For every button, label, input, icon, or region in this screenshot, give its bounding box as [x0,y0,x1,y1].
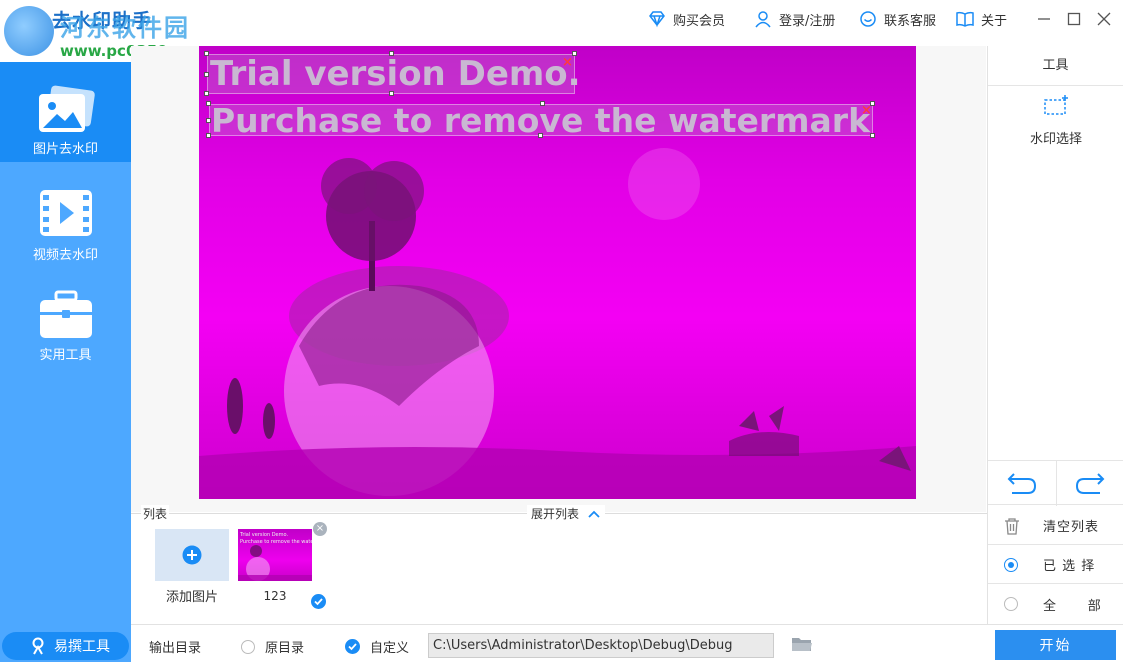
remove-thumbnail-icon[interactable]: × [313,522,327,536]
remove-selection-icon[interactable]: × [861,104,872,117]
sidebar: 图片去水印 视频去水印 实用工具 易撰工具 [0,62,131,662]
tool-panel: 工具 水印选择 清空列表 已 选 择 全 部 [987,46,1123,624]
book-icon [956,11,974,27]
site-watermark: 河东软件园 [60,14,190,42]
undo-icon [1007,472,1036,494]
add-image-button[interactable] [155,529,229,581]
yizhuan-label: 易撰工具 [54,639,110,655]
select-area-icon [1044,95,1068,115]
scope-all-option[interactable]: 全 部 [988,585,1123,623]
title-bar: 去水印助手 河东软件园 www.pc0359.cn 购买会员 登录/注册 联系客… [0,0,1123,60]
plus-circle-icon [182,545,202,565]
minimize-button[interactable] [1034,9,1054,29]
resize-handle[interactable] [206,118,211,123]
resize-handle[interactable] [204,51,209,56]
scope-selected-option[interactable]: 已 选 择 [988,546,1123,584]
login-label: 登录/注册 [779,13,836,29]
resize-handle[interactable] [206,133,211,138]
thumbnail-scene [238,545,312,581]
thumbnail-check-icon[interactable] [311,594,326,609]
pin-icon [32,637,44,655]
buy-vip-label: 购买会员 [673,13,726,29]
output-path-input[interactable] [428,633,774,658]
selected-label: 已 选 择 [1043,559,1096,574]
editor-area: Trial version Demo. × Purchase to remove… [131,46,986,512]
remove-selection-icon[interactable]: × [562,56,573,69]
list-label: 列表 [141,505,170,522]
expand-list-toggle[interactable]: 展开列表 [527,505,606,522]
resize-handle[interactable] [870,133,875,138]
watermark-select-tool[interactable]: 水印选择 [988,94,1123,147]
checked-circle-icon[interactable] [345,639,360,654]
resize-handle[interactable] [204,91,209,96]
image-canvas[interactable]: Trial version Demo. × Purchase to remove… [199,46,916,499]
image-icon [38,85,95,132]
buy-vip-link[interactable]: 购买会员 [647,8,725,30]
output-bar: 输出目录 原目录 自定义 开始 [131,624,1123,662]
browse-folder-button[interactable] [791,635,813,657]
selected-radio[interactable] [1004,557,1018,572]
sidebar-item-video-watermark[interactable]: 视频去水印 [0,162,131,263]
redo-button[interactable] [1056,461,1123,506]
undo-button[interactable] [988,461,1055,506]
expand-list-label: 展开列表 [531,507,580,521]
maximize-icon [1067,12,1081,26]
video-icon [39,190,92,236]
image-thumbnail[interactable]: Trial version Demo. Purchase to remove t… [238,529,312,581]
custom-dir-label: 自定义 [370,641,410,656]
custom-dir-option[interactable]: 自定义 [345,637,409,656]
trash-icon [1005,517,1019,535]
all-label: 全 部 [1043,598,1102,614]
about-label: 关于 [981,13,1008,29]
contact-label: 联系客服 [884,13,937,29]
sidebar-item-image-watermark[interactable]: 图片去水印 [0,62,131,162]
original-dir-label: 原目录 [265,641,305,656]
close-icon [1097,12,1111,26]
chevron-up-icon [588,510,600,518]
sidebar-item-label: 视频去水印 [32,248,98,263]
clear-list-button[interactable]: 清空列表 [988,507,1123,545]
resize-handle[interactable] [540,101,545,106]
watermark-select-label: 水印选择 [1029,132,1082,147]
login-link[interactable]: 登录/注册 [753,8,835,30]
original-dir-option[interactable]: 原目录 [241,637,304,656]
tools-title: 工具 [988,46,1123,86]
resize-handle[interactable] [389,91,394,96]
output-dir-label: 输出目录 [149,641,202,656]
redo-icon [1075,472,1105,494]
resize-handle[interactable] [206,101,211,106]
user-icon [755,11,771,28]
original-dir-radio[interactable] [241,639,255,654]
all-radio[interactable] [1004,597,1018,611]
sidebar-item-tools[interactable]: 实用工具 [0,266,131,366]
contact-link[interactable]: 联系客服 [858,8,936,30]
resize-handle[interactable] [389,51,394,56]
logo-icon [4,6,54,56]
smile-icon [860,11,876,27]
close-button[interactable] [1094,9,1114,29]
resize-handle[interactable] [204,72,209,77]
sidebar-item-label: 实用工具 [39,348,92,363]
check-icon [314,598,323,606]
list-header: 列表 展开列表 [131,503,987,523]
resize-handle[interactable] [538,133,543,138]
add-image-label: 添加图片 [165,590,218,605]
about-link[interactable]: 关于 [955,8,1007,30]
yizhuan-tool-button[interactable]: 易撰工具 [2,632,129,660]
toolbox-icon [39,290,92,338]
undo-redo-row [988,460,1123,506]
sidebar-item-label: 图片去水印 [32,142,98,157]
minimize-icon [1038,18,1050,20]
diamond-icon [649,11,665,28]
folder-icon [792,638,812,651]
maximize-button[interactable] [1064,9,1084,29]
watermark-text-line1: Trial version Demo. [210,54,581,94]
thumbnail-name: 123 [263,589,287,603]
start-button[interactable]: 开始 [995,630,1116,660]
clear-list-label: 清空列表 [1043,520,1100,535]
